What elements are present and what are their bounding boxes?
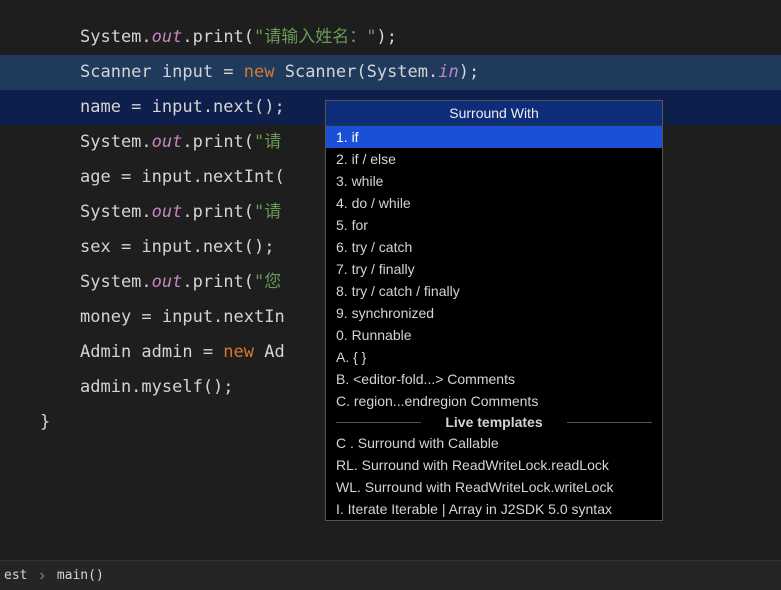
popup-item-braces[interactable]: A. { } bbox=[326, 346, 662, 368]
popup-item-runnable[interactable]: 0. Runnable bbox=[326, 324, 662, 346]
popup-item-region[interactable]: C. region...endregion Comments bbox=[326, 390, 662, 412]
popup-item-try-catch-finally[interactable]: 8. try / catch / finally bbox=[326, 280, 662, 302]
surround-with-popup: Surround With 1. if 2. if / else 3. whil… bbox=[325, 100, 663, 521]
breadcrumb-item[interactable]: est bbox=[0, 568, 31, 583]
popup-section-live-templates: Live templates bbox=[326, 412, 662, 432]
popup-item-try-catch[interactable]: 6. try / catch bbox=[326, 236, 662, 258]
popup-item-try-finally[interactable]: 7. try / finally bbox=[326, 258, 662, 280]
popup-item-synchronized[interactable]: 9. synchronized bbox=[326, 302, 662, 324]
code-line-selected: Scanner input = new Scanner(System.in); bbox=[0, 55, 781, 90]
popup-item-if[interactable]: 1. if bbox=[326, 126, 662, 148]
popup-item-if-else[interactable]: 2. if / else bbox=[326, 148, 662, 170]
popup-item-while[interactable]: 3. while bbox=[326, 170, 662, 192]
popup-item-callable[interactable]: C . Surround with Callable bbox=[326, 432, 662, 454]
popup-title: Surround With bbox=[326, 101, 662, 126]
popup-item-iterate[interactable]: I. Iterate Iterable | Array in J2SDK 5.0… bbox=[326, 498, 662, 520]
popup-item-editor-fold[interactable]: B. <editor-fold...> Comments bbox=[326, 368, 662, 390]
breadcrumb-bar: est › main() bbox=[0, 560, 781, 590]
code-line: System.out.print("请输入姓名："); bbox=[0, 20, 781, 55]
popup-item-do-while[interactable]: 4. do / while bbox=[326, 192, 662, 214]
chevron-right-icon: › bbox=[31, 567, 52, 585]
popup-item-for[interactable]: 5. for bbox=[326, 214, 662, 236]
popup-item-writelock[interactable]: WL. Surround with ReadWriteLock.writeLoc… bbox=[326, 476, 662, 498]
popup-item-readlock[interactable]: RL. Surround with ReadWriteLock.readLock bbox=[326, 454, 662, 476]
breadcrumb-item[interactable]: main() bbox=[53, 568, 108, 583]
